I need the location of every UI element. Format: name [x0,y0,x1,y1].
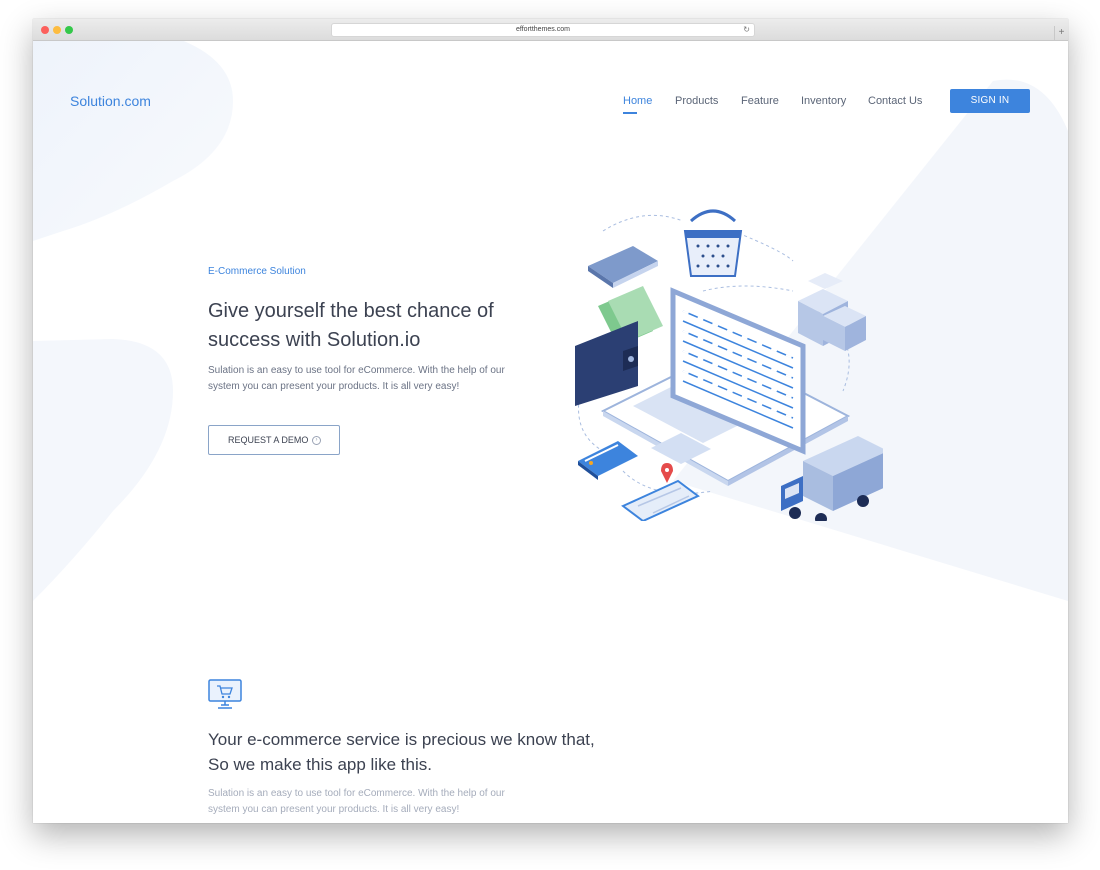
book [588,246,658,288]
bg-blob-top-left [33,41,233,241]
monitor-cart-icon [208,679,242,709]
address-bar[interactable]: effortthemes.com ↻ [331,23,755,37]
nav-feature[interactable]: Feature [741,95,779,107]
browser-titlebar: effortthemes.com ↻ + [33,19,1068,41]
isometric-ecommerce-illustration [575,209,883,521]
nav-products[interactable]: Products [675,95,718,107]
feature-title: Your e-commerce service is precious we k… [208,727,628,777]
close-window-button[interactable] [41,26,49,34]
boxes [798,273,866,351]
reload-icon[interactable]: ↻ [743,24,750,36]
feature-title-line-1: Your e-commerce service is precious we k… [208,730,595,749]
web-page: Solution.com Home Products Feature Inven… [33,41,1068,823]
hero-description: Sulation is an easy to use tool for eCom… [208,365,505,392]
sign-in-button[interactable]: SIGN IN [950,89,1030,113]
phone-map [621,463,700,521]
zoom-window-button[interactable] [65,26,73,34]
nav-home[interactable]: Home [623,95,652,107]
arrow-right-icon: › [312,436,321,445]
request-demo-button[interactable]: REQUEST A DEMO › [208,425,340,455]
nav-active-underline [623,112,637,114]
hero-title: Give yourself the best chance of success… [208,300,494,351]
credit-card [578,441,638,480]
request-demo-label: REQUEST A DEMO [228,435,309,445]
nav-inventory[interactable]: Inventory [801,95,846,107]
new-tab-button[interactable]: + [1054,26,1068,40]
nav-contact-us[interactable]: Contact Us [868,95,922,107]
background-shapes [33,41,1068,602]
basket [683,209,743,277]
address-text: effortthemes.com [516,26,570,33]
hero-eyebrow: E-Commerce Solution [208,266,306,277]
browser-window: effortthemes.com ↻ + Solution.com Home P… [33,19,1068,823]
feature-description: Sulation is an easy to use tool for eCom… [208,788,505,815]
feature-title-line-2: So we make this app like this. [208,755,432,774]
site-logo[interactable]: Solution.com [70,93,151,109]
minimize-window-button[interactable] [53,26,61,34]
bg-blob-left [33,339,173,601]
